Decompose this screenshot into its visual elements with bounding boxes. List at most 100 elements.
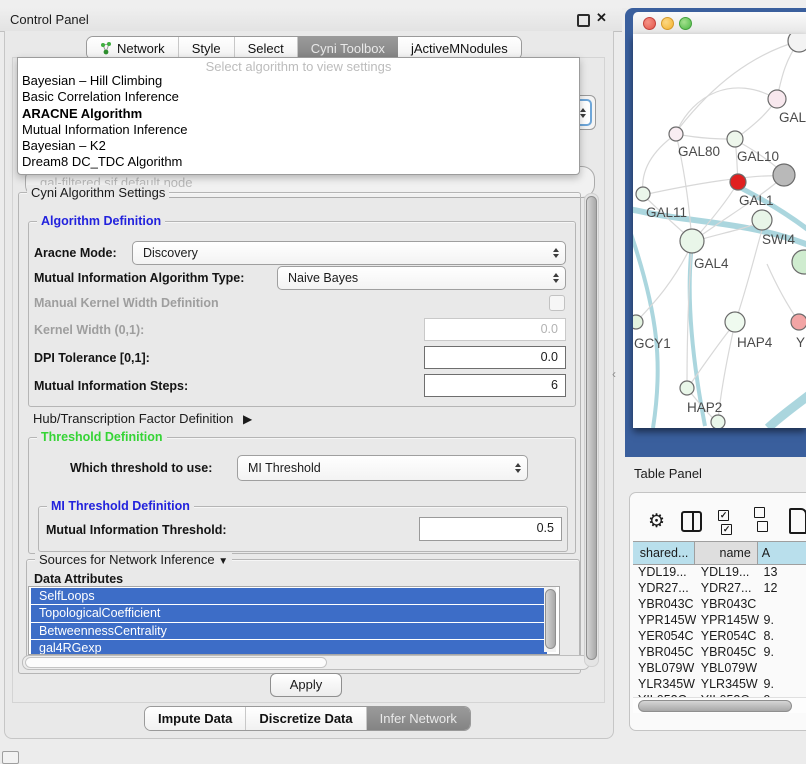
settings-hscrollbar[interactable]	[22, 655, 590, 670]
chevron-right-icon[interactable]: ▶	[243, 412, 252, 426]
mac-zoom-icon[interactable]	[679, 17, 692, 30]
close-icon[interactable]: ✕	[596, 10, 607, 26]
unchecked-boxes-icon[interactable]	[754, 507, 773, 535]
algorithm-dropdown[interactable]: Select algorithm to view settings Bayesi…	[17, 57, 580, 175]
table-row[interactable]: YBR045CYBR045C9.	[633, 644, 806, 660]
algorithm-option[interactable]: Mutual Information Inference	[22, 122, 575, 138]
data-attribute-item[interactable]: gal4RGexp	[31, 640, 547, 655]
gear-icon[interactable]: ⚙	[648, 510, 665, 533]
table-hscrollbar[interactable]	[633, 697, 806, 713]
cyni-algorithm-settings-title: Cyni Algorithm Settings	[27, 185, 169, 200]
network-node[interactable]	[788, 34, 806, 52]
data-attributes-list[interactable]: SelfLoopsTopologicalCoefficient Betweenne…	[28, 586, 560, 655]
tab-impute-data[interactable]: Impute Data	[145, 707, 246, 730]
network-edge[interactable]	[676, 134, 733, 139]
chevron-down-icon[interactable]: ▼	[218, 556, 228, 567]
network-canvas[interactable]: GALGAL80GAL10GAL1GAL11SWI4GAL4GCY1HAP4YH…	[633, 34, 806, 428]
table-row[interactable]: YDL19...YDL19...13	[633, 564, 806, 580]
table-row[interactable]: YBL079WYBL079W	[633, 660, 806, 676]
network-edge-weighted[interactable]	[633, 234, 658, 428]
table-cell: YDR27...	[633, 580, 696, 596]
network-node-gal1[interactable]	[730, 174, 746, 190]
network-edge-weighted[interactable]	[690, 244, 705, 426]
split-view-icon[interactable]	[681, 511, 702, 532]
network-node-label: HAP4	[737, 335, 773, 350]
data-attribute-item[interactable]: SelfLoops	[31, 588, 547, 604]
checked-boxes-icon[interactable]: ✓✓	[718, 507, 737, 535]
network-node[interactable]	[792, 250, 806, 274]
which-threshold-label: Which threshold to use:	[70, 461, 212, 475]
algorithm-option[interactable]: ARACNE Algorithm	[22, 106, 575, 122]
mac-close-icon[interactable]	[643, 17, 656, 30]
sources-title[interactable]: Sources for Network Inference ▼	[35, 552, 232, 567]
float-window-icon[interactable]	[577, 14, 590, 27]
mi-type-combo[interactable]: Naive Bayes	[277, 266, 566, 290]
network-node-gal[interactable]	[768, 90, 786, 108]
network-node-hap4[interactable]	[725, 312, 745, 332]
attributes-scrollbar-thumb[interactable]	[545, 589, 556, 649]
data-attribute-item[interactable]: TopologicalCoefficient	[31, 605, 547, 621]
tab-cyni-toolbox[interactable]: Cyni Toolbox	[298, 37, 398, 59]
tab-discretize-data[interactable]: Discretize Data	[246, 707, 366, 730]
table-row[interactable]: YER054CYER054C8.	[633, 628, 806, 644]
network-node-gal11[interactable]	[636, 187, 650, 201]
table-header-2[interactable]: name	[695, 542, 757, 564]
table-hscrollbar-thumb[interactable]	[638, 700, 792, 712]
mac-minimize-icon[interactable]	[661, 17, 674, 30]
network-node-label: SWI4	[762, 232, 795, 247]
network-node[interactable]	[773, 164, 795, 186]
tab-jactivemnodules[interactable]: jActiveMNodules	[398, 37, 521, 59]
table-cell: YLR345W	[696, 676, 759, 692]
tab-infer-network[interactable]: Infer Network	[367, 707, 470, 730]
network-node-gcy1[interactable]	[633, 315, 643, 329]
tab-style[interactable]: Style	[179, 37, 235, 59]
network-view-window[interactable]: GALGAL80GAL10GAL1GAL11SWI4GAL4GCY1HAP4YH…	[625, 8, 806, 457]
tab-network[interactable]: Network	[87, 37, 179, 59]
network-edge[interactable]	[643, 134, 676, 192]
settings-vscrollbar[interactable]	[584, 193, 599, 667]
manual-kernel-checkbox[interactable]	[549, 295, 565, 311]
algorithm-option[interactable]: Basic Correlation Inference	[22, 89, 575, 105]
data-attribute-item[interactable]: BetweennessCentrality	[31, 623, 547, 639]
network-node-gal80[interactable]	[669, 127, 683, 141]
kernel-width-field[interactable]: 0.0	[424, 318, 566, 341]
network-node[interactable]	[711, 415, 725, 428]
settings-hscrollbar-thumb[interactable]	[25, 657, 327, 668]
algorithm-option[interactable]: Bayesian – K2	[22, 138, 575, 154]
table-cell: YBR045C	[633, 644, 696, 660]
table-body: YDL19...YDL19...13YDR27...YDR27...12YBR0…	[633, 564, 806, 697]
network-window-titlebar[interactable]	[633, 12, 806, 34]
mi-threshold-field[interactable]: 0.5	[419, 517, 562, 541]
network-node-hap2[interactable]	[680, 381, 694, 395]
mi-type-label: Mutual Information Algorithm Type:	[34, 271, 244, 285]
data-attributes-label: Data Attributes	[34, 572, 123, 586]
network-node-swi4[interactable]	[752, 210, 772, 230]
mi-steps-field[interactable]: 6	[424, 374, 566, 397]
algorithm-option[interactable]: Dream8 DC_TDC Algorithm	[22, 154, 575, 170]
settings-vscrollbar-thumb[interactable]	[586, 196, 597, 660]
export-table-icon[interactable]	[789, 508, 806, 534]
network-node-y[interactable]	[791, 314, 806, 330]
table-row[interactable]: YDR27...YDR27...12	[633, 580, 806, 596]
table-row[interactable]: YPR145WYPR145W9.	[633, 612, 806, 628]
network-edge[interactable]	[676, 88, 777, 133]
table-row[interactable]: YBR043CYBR043C	[633, 596, 806, 612]
network-edge-weighted[interactable]	[768, 392, 806, 428]
table-row[interactable]: YLR345WYLR345W9.	[633, 676, 806, 692]
network-edge[interactable]	[735, 230, 762, 323]
network-node-gal4[interactable]	[680, 229, 704, 253]
aracne-mode-label: Aracne Mode:	[34, 246, 117, 260]
network-node-gal10[interactable]	[727, 131, 743, 147]
aracne-mode-combo[interactable]: Discovery	[132, 241, 566, 265]
apply-button[interactable]: Apply	[270, 673, 342, 697]
hub-definition-expander[interactable]: Hub/Transcription Factor Definition ▶	[33, 411, 252, 426]
attributes-scrollbar[interactable]	[544, 587, 556, 652]
network-edge[interactable]	[767, 264, 799, 322]
table-header-1[interactable]: shared...	[633, 542, 695, 564]
table-header-3[interactable]: A	[758, 542, 806, 564]
which-threshold-combo[interactable]: MI Threshold	[237, 455, 528, 481]
dpi-tolerance-field[interactable]: 0.0	[424, 346, 566, 369]
tab-select[interactable]: Select	[235, 37, 298, 59]
splitter-collapse-icon[interactable]: ‹	[612, 367, 616, 381]
algorithm-option[interactable]: Bayesian – Hill Climbing	[22, 73, 575, 89]
